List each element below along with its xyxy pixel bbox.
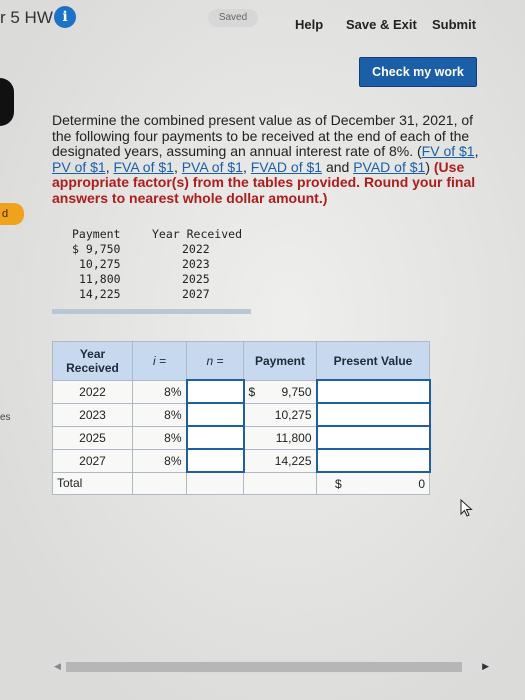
saved-badge: Saved xyxy=(208,9,258,27)
empty-cell xyxy=(186,471,244,495)
year-cell: 2022 xyxy=(52,379,133,404)
payment-value: 11,800 xyxy=(275,430,312,445)
total-row: Total $0 xyxy=(52,471,430,495)
empty-cell xyxy=(243,471,317,495)
assignment-title: r 5 HW xyxy=(0,8,53,27)
side-tab[interactable]: d xyxy=(0,203,24,225)
mouse-pointer-icon xyxy=(460,499,473,517)
given-payment-4: 14,225 xyxy=(79,287,121,301)
scroll-left-arrow-icon[interactable]: ◀ xyxy=(54,661,61,672)
help-link[interactable]: Help xyxy=(295,17,323,32)
periods-input[interactable] xyxy=(185,448,245,473)
rate-cell: 8% xyxy=(132,448,187,473)
total-value: 0 xyxy=(418,476,425,491)
header-present-value: Present Value xyxy=(316,341,430,381)
given-payment-1: $ 9,750 xyxy=(72,242,121,256)
table-row: 2025 8% 11,800 xyxy=(52,425,431,450)
given-payment-3: 11,800 xyxy=(79,272,121,286)
horizontal-scrollbar[interactable]: ◀ ▶ xyxy=(52,660,492,674)
top-bar: r 5 HW i Saved Help Save & Exit Submit xyxy=(0,0,525,40)
empty-cell xyxy=(132,471,187,495)
present-value-input[interactable] xyxy=(315,402,431,427)
payment-cell: 11,800 xyxy=(243,425,317,450)
present-value-input[interactable] xyxy=(315,448,431,473)
payment-cell: 14,225 xyxy=(243,448,317,473)
payment-cell: $9,750 xyxy=(243,379,317,404)
question-intro: Determine the combined present value as … xyxy=(52,112,474,159)
present-value-input[interactable] xyxy=(315,425,431,450)
periods-input[interactable] xyxy=(185,402,245,427)
given-year-4: 2027 xyxy=(182,287,210,301)
check-my-work-button[interactable]: Check my work xyxy=(359,57,477,87)
given-header-year: Year Received xyxy=(152,227,243,241)
given-payment-2: 10,275 xyxy=(79,257,121,271)
header-payment: Payment xyxy=(243,341,317,381)
total-dollar-sign: $ xyxy=(335,476,342,491)
scroll-thumb[interactable] xyxy=(66,662,462,672)
year-cell: 2027 xyxy=(52,448,133,473)
present-value-table: Year Received i = n = Payment Present Va… xyxy=(52,341,431,495)
table-row: 2027 8% 14,225 xyxy=(52,448,431,473)
payment-value: 10,275 xyxy=(274,407,312,422)
pv-table-link[interactable]: PV of $1 xyxy=(52,159,106,175)
fv-table-link[interactable]: FV of $1 xyxy=(422,143,475,159)
question-text: Determine the combined present value as … xyxy=(52,112,482,206)
pvad-table-link[interactable]: PVAD of $1 xyxy=(353,159,425,175)
given-year-2: 2023 xyxy=(182,257,210,271)
given-year-3: 2025 xyxy=(182,272,210,286)
info-icon[interactable]: i xyxy=(54,6,76,28)
given-year-1: 2022 xyxy=(182,242,210,256)
header-interest-rate: i = xyxy=(132,341,187,381)
periods-input[interactable] xyxy=(185,379,245,404)
scroll-right-arrow-icon[interactable]: ▶ xyxy=(482,661,489,672)
rate-cell: 8% xyxy=(132,425,187,450)
fva-table-link[interactable]: FVA of $1 xyxy=(113,159,173,175)
payment-value: 14,225 xyxy=(274,453,312,468)
given-table-divider xyxy=(52,309,251,314)
table-row: 2022 8% $9,750 xyxy=(52,379,431,404)
header-year-received: Year Received xyxy=(52,341,133,381)
table-row: 2023 8% 10,275 xyxy=(52,402,431,427)
rate-cell: 8% xyxy=(132,402,187,427)
total-present-value: $0 xyxy=(316,471,430,495)
rate-cell: 8% xyxy=(132,379,187,404)
total-label: Total xyxy=(52,471,133,495)
payment-cell: 10,275 xyxy=(243,402,317,427)
side-text: es xyxy=(0,412,11,423)
table-header-row: Year Received i = n = Payment Present Va… xyxy=(52,341,430,381)
submit-link[interactable]: Submit xyxy=(432,17,476,32)
dollar-sign: $ xyxy=(248,384,256,399)
given-header-payment: Payment xyxy=(72,227,121,241)
pva-table-link[interactable]: PVA of $1 xyxy=(182,159,243,175)
payment-value: 9,750 xyxy=(281,384,312,399)
save-exit-link[interactable]: Save & Exit xyxy=(346,17,417,32)
side-edge-shape xyxy=(0,78,14,126)
present-value-input[interactable] xyxy=(315,379,431,404)
fvad-table-link[interactable]: FVAD of $1 xyxy=(251,159,322,175)
periods-input[interactable] xyxy=(185,425,245,450)
year-cell: 2025 xyxy=(52,425,133,450)
year-cell: 2023 xyxy=(52,402,133,427)
header-periods: n = xyxy=(186,341,244,381)
